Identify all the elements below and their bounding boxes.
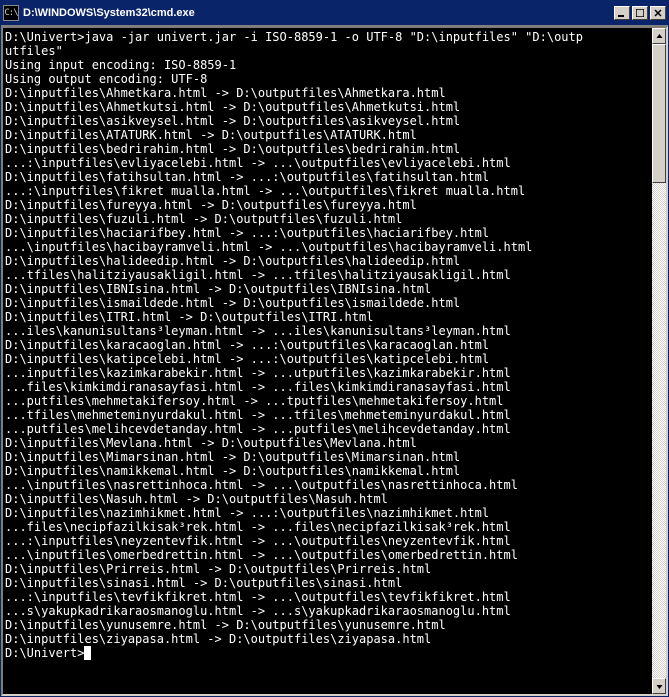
prompt-line[interactable]: D:\Univert> [5,646,652,660]
scroll-up-button[interactable] [652,28,666,44]
client-area: D:\Univert>java -jar univert.jar -i ISO-… [1,25,668,696]
output-line: D:\inputfiles\ITRI.html -> D:\outputfile… [5,310,652,324]
output-line: D:\inputfiles\halideedip.html -> D:\outp… [5,254,652,268]
titlebar[interactable]: C:\ D:\WINDOWS\System32\cmd.exe [1,1,668,25]
output-line: D:\inputfiles\yunusemre.html -> D:\outpu… [5,618,652,632]
output-line: D:\inputfiles\haciarifbey.html -> ...:\o… [5,226,652,240]
output-line: ...\inputfiles\omerbedrettin.html -> ...… [5,548,652,562]
output-line: D:\inputfiles\ATATURK.html -> D:\outputf… [5,128,652,142]
output-line: ...files\kimkimdiranasayfasi.html -> ...… [5,380,652,394]
output-line: D:\inputfiles\fatihsultan.html -> ...:\o… [5,170,652,184]
output-line: D:\inputfiles\katipcelebi.html -> ...:\o… [5,352,652,366]
output-line: D:\inputfiles\Mevlana.html -> D:\outputf… [5,436,652,450]
output-line: ...tfiles\halitziyausakligil.html -> ...… [5,268,652,282]
output-line: Using output encoding: UTF-8 [5,72,652,86]
cmd-icon: C:\ [3,5,19,21]
close-button[interactable] [650,6,666,20]
output-line: D:\inputfiles\sinasi.html -> D:\outputfi… [5,576,652,590]
scrollbar-thumb[interactable] [652,44,666,183]
terminal-output[interactable]: D:\Univert>java -jar univert.jar -i ISO-… [1,26,652,696]
output-line: ...:\inputfiles\evliyacelebi.html -> ...… [5,156,652,170]
minimize-button[interactable] [614,6,630,20]
output-line: D:\inputfiles\Mimarsinan.html -> D:\outp… [5,450,652,464]
output-line: ...:\inputfiles\tevfikfikret.html -> ...… [5,590,652,604]
maximize-button[interactable] [632,6,648,20]
output-line: D:\inputfiles\Nasuh.html -> D:\outputfil… [5,492,652,506]
output-line: D:\inputfiles\bedrirahim.html -> D:\outp… [5,142,652,156]
output-line: ...:\inputfiles\fikret mualla.html -> ..… [5,184,652,198]
output-line: ...\inputfiles\nasrettinhoca.html -> ...… [5,478,652,492]
cursor [84,646,91,660]
output-line: ...s\yakupkadrikaraosmanoglu.html -> ...… [5,604,652,618]
scrollbar-track[interactable] [652,44,666,678]
output-line: ...files\necipfazilkisak³rek.html -> ...… [5,520,652,534]
output-line: ...iles\kanunisultans³leyman.html -> ...… [5,324,652,338]
output-line: D:\inputfiles\fureyya.html -> D:\outputf… [5,198,652,212]
window-controls [612,6,666,20]
scroll-down-button[interactable] [652,678,666,694]
output-line: D:\inputfiles\Ahmetkutsi.html -> D:\outp… [5,100,652,114]
output-line: ...putfiles\mehmetakifersoy.html -> ...t… [5,394,652,408]
output-line: ...:\inputfiles\neyzentevfik.html -> ...… [5,534,652,548]
output-line: ...\inputfiles\hacibayramveli.html -> ..… [5,240,652,254]
cmd-window: C:\ D:\WINDOWS\System32\cmd.exe D:\Unive… [0,0,669,697]
output-line: D:\inputfiles\fuzuli.html -> D:\outputfi… [5,212,652,226]
vertical-scrollbar[interactable] [652,26,668,696]
window-title: D:\WINDOWS\System32\cmd.exe [23,7,612,19]
output-line: D:\inputfiles\Prirreis.html -> D:\output… [5,562,652,576]
output-line: D:\inputfiles\nazimhikmet.html -> ...:\o… [5,506,652,520]
output-line: ...putfiles\melihcevdetanday.html -> ...… [5,422,652,436]
output-line: ...inputfiles\kazimkarabekir.html -> ...… [5,366,652,380]
output-line: D:\inputfiles\ziyapasa.html -> D:\output… [5,632,652,646]
output-line: D:\inputfiles\Ahmetkara.html -> D:\outpu… [5,86,652,100]
output-line: D:\inputfiles\karacaoglan.html -> ...:\o… [5,338,652,352]
output-line: D:\inputfiles\ismaildede.html -> D:\outp… [5,296,652,310]
output-line: D:\inputfiles\asikveysel.html -> D:\outp… [5,114,652,128]
output-line: ...tfiles\mehmeteminyurdakul.html -> ...… [5,408,652,422]
output-line: D:\inputfiles\namikkemal.html -> D:\outp… [5,464,652,478]
output-line: D:\Univert>java -jar univert.jar -i ISO-… [5,30,652,44]
output-line: Using input encoding: ISO-8859-1 [5,58,652,72]
output-line: utfiles" [5,44,652,58]
output-line: D:\inputfiles\IBNIsina.html -> D:\output… [5,282,652,296]
